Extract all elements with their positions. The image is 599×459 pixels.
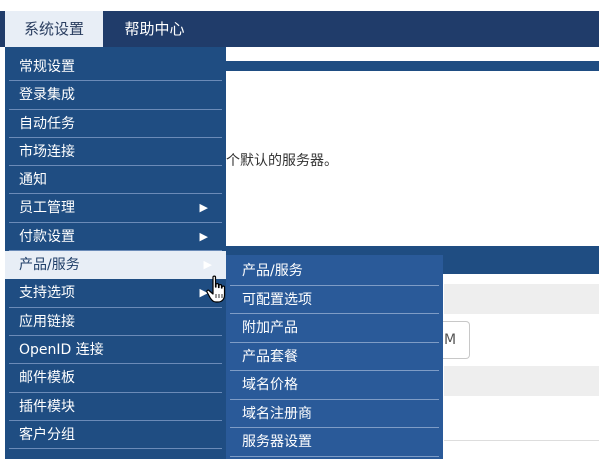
submenu-item-product-addons[interactable]: 附加产品 — [230, 314, 439, 343]
menu-item-label: 登录集成 — [19, 87, 75, 104]
menu-item-automation[interactable]: 自动任务 — [9, 110, 222, 138]
menu-item-marketplace-connect[interactable]: 市场连接 — [9, 138, 222, 167]
menu-item-label: 应用链接 — [19, 313, 75, 330]
products-services-submenu: 产品/服务 可配置选项 附加产品 产品套餐 域名价格 域名注册商 服务器设置 — [226, 255, 443, 459]
menu-item-label: 客户分组 — [19, 426, 75, 443]
tab-help-center[interactable]: 帮助中心 — [103, 11, 206, 47]
menu-item-email-templates[interactable]: 邮件模板 — [9, 364, 222, 393]
submenu-item-domain-pricing[interactable]: 域名价格 — [230, 371, 439, 400]
menu-item-sign-in-integrations[interactable]: 登录集成 — [9, 81, 222, 110]
menu-item-label: 员工管理 — [19, 200, 75, 217]
partial-input-field[interactable]: M — [440, 321, 470, 359]
menu-item-openid-connect[interactable]: OpenID 连接 — [9, 336, 222, 365]
table-row — [444, 284, 599, 314]
menu-item-payments[interactable]: 付款设置 ▶ — [9, 223, 222, 252]
menu-item-label: 付款设置 — [19, 228, 75, 245]
submenu-item-product-bundles[interactable]: 产品套餐 — [230, 343, 439, 371]
menu-item-label: 产品/服务 — [19, 257, 80, 274]
submenu-item-servers[interactable]: 服务器设置 — [230, 428, 439, 457]
menu-item-label: 插件模块 — [19, 398, 75, 415]
menu-item-label: OpenID 连接 — [19, 341, 104, 358]
menu-item-products-services[interactable]: 产品/服务 ▶ — [5, 251, 226, 280]
menu-item-addon-modules[interactable]: 插件模块 — [9, 393, 222, 421]
menu-item-general-settings[interactable]: 常规设置 — [9, 53, 222, 82]
menu-item-label: 邮件模板 — [19, 370, 75, 387]
menu-item-support[interactable]: 支持选项 ▶ — [9, 279, 222, 308]
chevron-right-icon: ▶ — [199, 229, 208, 243]
menu-item-label: 通知 — [19, 172, 47, 189]
menu-item-label: 常规设置 — [19, 59, 75, 75]
default-server-text: 个默认的服务器。 — [226, 153, 338, 169]
submenu-item-products-services[interactable]: 产品/服务 — [230, 257, 439, 286]
table-row — [444, 366, 599, 396]
chevron-right-icon: ▶ — [199, 201, 208, 215]
divider — [444, 440, 599, 441]
menu-item-label: 自动任务 — [19, 115, 75, 132]
menu-item-client-groups[interactable]: 客户分组 — [9, 421, 222, 450]
hand-cursor-icon — [206, 275, 226, 303]
submenu-item-configurable-options[interactable]: 可配置选项 — [230, 286, 439, 314]
system-settings-dropdown: 常规设置 登录集成 自动任务 市场连接 通知 员工管理 ▶ 付款设置 ▶ 产品/服务… — [5, 47, 226, 459]
menu-item-staff-management[interactable]: 员工管理 ▶ — [9, 194, 222, 223]
page-header-bar — [226, 61, 599, 71]
menu-item-application-links[interactable]: 应用链接 — [9, 308, 222, 336]
tab-system-settings[interactable]: 系统设置 — [5, 11, 103, 47]
menu-item-notifications[interactable]: 通知 — [9, 166, 222, 195]
submenu-item-domain-registrars[interactable]: 域名注册商 — [230, 400, 439, 428]
menu-item-label: 市场连接 — [19, 143, 75, 160]
menu-item-label: 支持选项 — [19, 285, 75, 302]
